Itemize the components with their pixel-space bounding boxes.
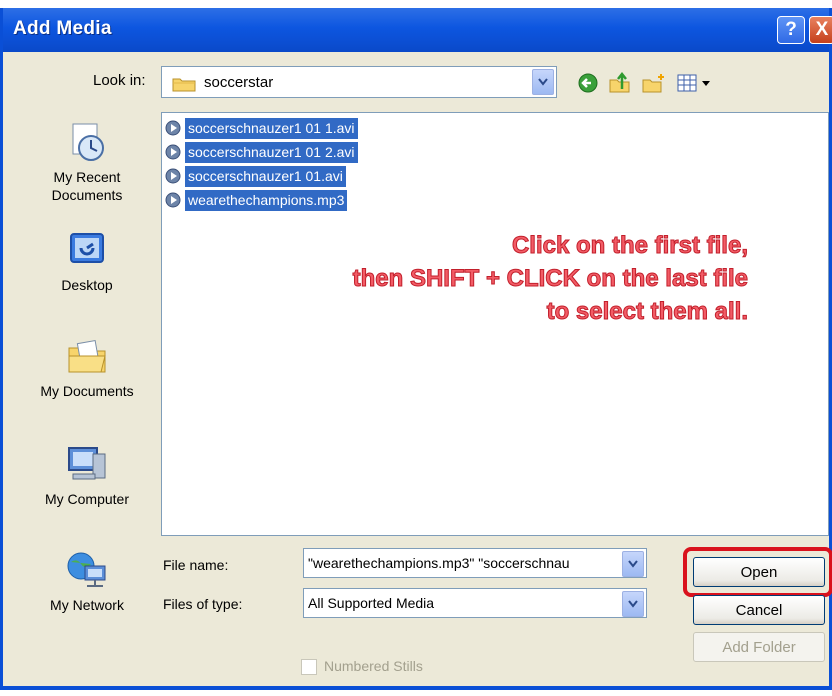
place-my-network[interactable]: My Network [17,548,157,614]
look-in-value: soccerstar [204,74,274,91]
place-label-line: Documents [51,187,123,203]
numbered-stills-checkbox[interactable] [301,659,317,675]
file-name: soccerschnauzer1 01.avi [185,165,346,187]
place-label-line: My Network [50,597,124,613]
help-button[interactable]: ? [777,16,805,44]
close-button[interactable]: X [809,16,832,44]
places-bar: My Recent Documents Desktop My Documents [17,112,157,696]
media-file-icon [165,120,181,136]
cancel-button[interactable]: Cancel [693,595,825,625]
my-network-icon [67,552,106,587]
up-folder-icon[interactable] [607,72,633,94]
file-type-label: Files of type: [163,596,243,612]
instruction-line: to select them all. [546,298,748,326]
list-item[interactable]: soccerschnauzer1 01 1.avi [164,117,358,139]
look-in-dropdown[interactable]: soccerstar [161,66,557,98]
instruction-overlay: Click on the first file, then SHIFT + CL… [352,229,748,328]
look-in-label: Look in: [93,72,146,89]
list-item[interactable]: soccerschnauzer1 01 2.avi [164,141,358,163]
chevron-down-icon[interactable] [532,69,554,95]
media-file-icon [165,168,181,184]
desktop-icon [70,233,104,263]
file-name-label: File name: [163,557,229,573]
my-documents-icon [68,340,106,373]
list-item[interactable]: wearethechampions.mp3 [164,189,348,211]
new-folder-icon[interactable] [641,72,667,94]
window-bottom-border [0,686,832,690]
file-name: soccerschnauzer1 01 2.avi [185,141,358,163]
media-file-icon [165,192,181,208]
recent-documents-icon [72,123,104,161]
file-name: soccerschnauzer1 01 1.avi [185,117,358,139]
place-my-computer[interactable]: My Computer [17,442,157,508]
file-name: wearethechampions.mp3 [185,189,348,211]
file-name-combo[interactable]: "wearethechampions.mp3" "soccerschnau [303,548,647,578]
add-folder-button[interactable]: Add Folder [693,632,825,662]
file-type-dropdown[interactable]: All Supported Media [303,588,647,618]
place-my-recent-documents[interactable]: My Recent Documents [17,120,157,204]
media-file-icon [165,144,181,160]
file-name-input[interactable]: "wearethechampions.mp3" "soccerschnau [308,555,618,571]
my-computer-icon [68,447,106,480]
file-list[interactable]: soccerschnauzer1 01 1.avi soccerschnauze… [161,112,829,536]
view-menu-icon[interactable] [675,72,715,94]
file-type-value: All Supported Media [308,595,435,611]
place-label-line: My Recent [53,169,121,185]
chevron-down-icon[interactable] [622,551,644,577]
place-label-line: Desktop [61,277,113,293]
place-label-line: My Computer [44,491,130,507]
chevron-down-icon[interactable] [622,591,644,617]
back-icon[interactable] [575,72,601,94]
place-label-line: My Documents [40,383,134,399]
title-bar[interactable]: Add Media ? X [3,8,832,52]
instruction-line: Click on the first file, [511,232,748,260]
place-desktop[interactable]: Desktop [17,228,157,294]
list-item[interactable]: soccerschnauzer1 01.avi [164,165,346,187]
add-media-dialog: Add Media ? X Look in: soccerstar My Rec… [0,8,832,690]
place-my-documents[interactable]: My Documents [17,334,157,400]
open-button[interactable]: Open [693,557,825,587]
instruction-line: then SHIFT + CLICK on the last file [352,265,748,293]
dialog-title: Add Media [13,18,112,39]
help-icon: ? [785,19,797,40]
close-icon: X [815,19,829,40]
numbered-stills-label: Numbered Stills [324,658,423,674]
folder-icon [172,78,196,92]
